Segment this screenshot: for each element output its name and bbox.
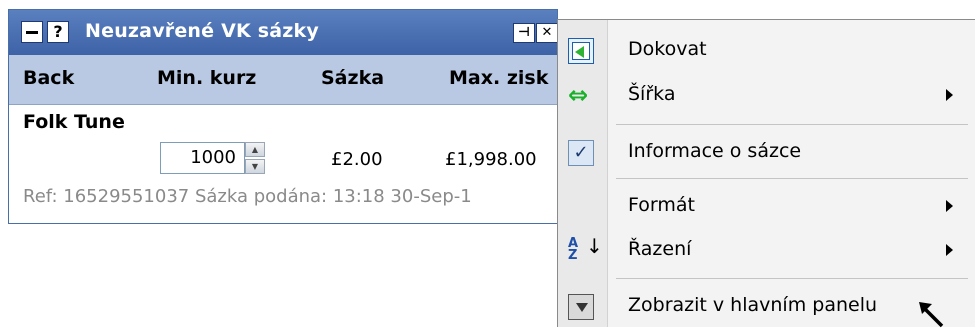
menu-item-width[interactable]: ⇔ Šířka [558, 75, 975, 115]
menu-item-label: Šířka [628, 83, 676, 105]
submenu-arrow-icon [946, 244, 953, 256]
menu-item-sort[interactable]: A Z ↓ Řazení [558, 230, 975, 270]
min-odds-input[interactable]: 1000 [160, 142, 245, 174]
menu-item-label: Formát [628, 194, 695, 216]
close-icon[interactable]: ✕ [536, 23, 558, 43]
spin-up-icon[interactable]: ▲ [245, 142, 265, 157]
max-profit-value: £1,998.00 [445, 149, 537, 170]
menu-separator [616, 124, 968, 125]
col-back[interactable]: Back [23, 67, 74, 89]
submenu-arrow-icon [946, 200, 953, 212]
menu-item-dock[interactable]: Dokovat [558, 30, 975, 70]
unmatched-bets-panel: ? Neuzavřené VK sázky ⊣ ✕ Back Min. kurz… [8, 9, 558, 224]
col-min-odds[interactable]: Min. kurz [157, 67, 256, 89]
menu-item-show-in-main-panel[interactable]: Zobrazit v hlavním panelu [558, 286, 975, 326]
odds-spinner: ▲ ▼ [245, 142, 265, 174]
move-down-icon [568, 294, 594, 320]
menu-item-bet-info[interactable]: ✓ Informace o sázce [558, 132, 975, 172]
column-header-row: Back Min. kurz Sázka Max. zisk [9, 55, 557, 105]
submenu-arrow-icon [946, 89, 953, 101]
menu-item-format[interactable]: Formát [558, 186, 975, 226]
col-stake[interactable]: Sázka [321, 67, 384, 89]
bet-reference-line: Ref: 16529551037 Sázka podána: 13:18 30-… [23, 186, 472, 207]
help-icon[interactable]: ? [47, 21, 69, 43]
mouse-cursor-icon [919, 302, 944, 328]
check-icon: ✓ [568, 140, 594, 166]
spin-down-icon[interactable]: ▼ [245, 159, 265, 174]
col-max-profit[interactable]: Max. zisk [449, 67, 548, 89]
runner-name: Folk Tune [23, 111, 125, 133]
width-icon: ⇔ [568, 81, 589, 109]
dock-icon [568, 38, 594, 64]
menu-separator [616, 278, 968, 279]
sort-az-icon: A Z ↓ [568, 234, 603, 263]
collapse-icon[interactable] [21, 21, 43, 43]
context-menu: Dokovat ⇔ Šířka ✓ Informace o sázce Form… [557, 19, 975, 327]
stake-value: £2.00 [331, 149, 383, 170]
menu-item-label: Informace o sázce [628, 140, 802, 162]
panel-title: Neuzavřené VK sázky [85, 20, 319, 42]
menu-item-label: Zobrazit v hlavním panelu [628, 294, 878, 316]
panel-titlebar[interactable]: ? Neuzavřené VK sázky ⊣ ✕ [9, 10, 558, 55]
menu-item-label: Řazení [628, 238, 692, 260]
menu-separator [616, 178, 968, 179]
pin-icon[interactable]: ⊣ [513, 23, 535, 43]
menu-item-label: Dokovat [628, 38, 707, 60]
